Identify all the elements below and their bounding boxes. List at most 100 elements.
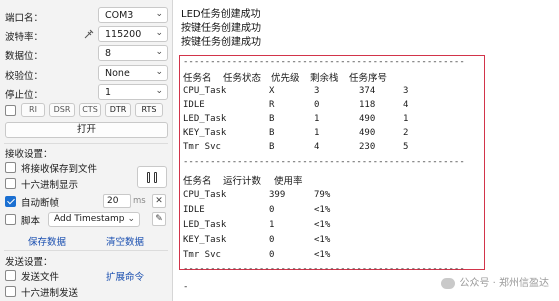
table-row: LED_Task 1 <1% <box>183 220 473 235</box>
run-count: 0 <box>269 235 275 245</box>
timestamp-value: Add Timestamp <box>54 214 125 224</box>
task-number: 4 <box>403 100 409 110</box>
save-to-file-option[interactable]: 将接收保存到文件 <box>5 161 125 175</box>
auto-frame-option[interactable]: 自动断帧 <box>5 195 100 209</box>
hex-send-checkbox[interactable] <box>5 286 16 297</box>
databits-select[interactable]: 8 ⌄ <box>98 45 168 61</box>
task-stack: 490 <box>359 128 376 138</box>
pause-icon <box>154 172 157 183</box>
auto-frame-checkbox[interactable] <box>5 196 16 207</box>
signal-rts[interactable]: RTS <box>135 103 163 117</box>
script-option[interactable]: 脚本 <box>5 213 45 227</box>
task-name: CPU_Task <box>183 86 227 96</box>
timestamp-select[interactable]: Add Timestamp ⌄ <box>48 212 140 227</box>
signal-dtr[interactable]: DTR <box>105 103 131 117</box>
run-count: 399 <box>269 190 286 200</box>
baud-select[interactable]: 115200 ⌄ <box>98 26 168 42</box>
clear-data-button[interactable]: 清空数据 <box>106 234 144 248</box>
chevron-down-icon: ⌄ <box>155 67 163 77</box>
clear-icon[interactable]: ✕ <box>152 194 166 208</box>
stopbits-label: 停止位： <box>5 90 44 101</box>
task-priority: 1 <box>314 114 320 124</box>
task-state: B <box>269 114 275 124</box>
signal-checkbox[interactable] <box>5 105 16 116</box>
baud-label: 波特率： <box>5 32 44 43</box>
task-priority: 0 <box>314 100 320 110</box>
chevron-down-icon: ⌄ <box>155 28 163 38</box>
pause-icon <box>147 172 150 183</box>
col-task-name: 任务名 <box>183 176 212 187</box>
chevron-down-icon: ⌄ <box>155 47 163 57</box>
stopbits-value: 1 <box>105 87 112 98</box>
task-number: 3 <box>403 86 409 96</box>
auto-frame-ms-input[interactable]: 20 <box>103 194 131 208</box>
hex-send-label: 十六进制发送 <box>21 288 79 299</box>
hex-send-option[interactable]: 十六进制发送 <box>5 285 95 299</box>
usage: <1% <box>314 220 331 230</box>
save-to-file-checkbox[interactable] <box>5 162 16 173</box>
chevron-down-icon: ⌄ <box>155 9 163 19</box>
stopbits-select[interactable]: 1 ⌄ <box>98 84 168 100</box>
databits-value: 8 <box>105 48 112 59</box>
col-stack: 剩余栈 <box>310 73 339 84</box>
task-priority: 3 <box>314 86 320 96</box>
terminal-trailing: - <box>183 282 189 292</box>
signal-dsr[interactable]: DSR <box>49 103 75 117</box>
task-stack: 374 <box>359 86 376 96</box>
table-row: Tmr Svc B 4 230 5 <box>183 142 473 156</box>
send-file-option[interactable]: 发送文件 <box>5 269 75 283</box>
receive-settings-title: 接收设置： <box>5 149 53 160</box>
pause-button[interactable] <box>137 166 167 188</box>
hex-display-option[interactable]: 十六进制显示 <box>5 177 125 191</box>
task-name: LED_Task <box>183 220 227 230</box>
expand-command-button[interactable]: 扩展命令 <box>106 269 144 283</box>
auto-frame-label: 自动断帧 <box>21 198 60 209</box>
port-label: 端口名： <box>5 13 44 24</box>
task-name: KEY_Task <box>183 128 227 138</box>
task-number: 5 <box>403 142 409 152</box>
task-stack: 490 <box>359 114 376 124</box>
task-name: CPU_Task <box>183 190 227 200</box>
col-usage: 使用率 <box>274 176 303 187</box>
table-row: IDLE 0 <1% <box>183 205 473 220</box>
col-task-no: 任务序号 <box>349 73 388 84</box>
signal-cts[interactable]: CTS <box>79 103 101 117</box>
divider <box>4 143 168 144</box>
col-run-count: 运行计数 <box>223 176 262 187</box>
runtime-table-header: 任务名 运行计数 使用率 <box>183 173 473 187</box>
usage: <1% <box>314 235 331 245</box>
save-data-button[interactable]: 保存数据 <box>28 234 66 248</box>
terminal-line: LED任务创建成功 <box>181 9 261 20</box>
task-name: KEY_Task <box>183 235 227 245</box>
send-settings-title: 发送设置： <box>5 257 53 268</box>
wechat-icon <box>441 277 456 289</box>
table-row: IDLE R 0 118 4 <box>183 100 473 114</box>
receive-terminal[interactable]: LED任务创建成功 按键任务创建成功 按键任务创建成功 ------------… <box>173 0 559 301</box>
signal-ri[interactable]: RI <box>21 103 45 117</box>
col-task-state: 任务状态 <box>223 73 262 84</box>
port-select[interactable]: COM3 ⌄ <box>98 7 168 23</box>
script-checkbox[interactable] <box>5 214 16 225</box>
table-row: KEY_Task 0 <1% <box>183 235 473 250</box>
hex-display-checkbox[interactable] <box>5 178 16 189</box>
task-state: X <box>269 86 275 96</box>
watermark-text: 公众号 · 郑州信盈达 <box>459 278 549 289</box>
hex-display-label: 十六进制显示 <box>21 180 79 191</box>
edit-icon[interactable]: ✎ <box>152 212 166 226</box>
separator: ----------------------------------------… <box>183 57 465 67</box>
run-count: 1 <box>269 220 275 230</box>
task-name: Tmr Svc <box>183 142 221 152</box>
table-row: CPU_Task X 3 374 3 <box>183 86 473 100</box>
task-priority: 4 <box>314 142 320 152</box>
open-port-button[interactable]: 打开 <box>5 122 168 138</box>
send-file-checkbox[interactable] <box>5 270 16 281</box>
pin-icon[interactable] <box>83 28 95 40</box>
signal-row: RI DSR CTS DTR RTS <box>3 103 171 119</box>
parity-select[interactable]: None ⌄ <box>98 65 168 81</box>
port-value: COM3 <box>105 10 134 21</box>
parity-row: 校验位： None ⌄ <box>0 65 172 83</box>
usage: <1% <box>314 205 331 215</box>
run-count: 0 <box>269 205 275 215</box>
databits-label: 数据位： <box>5 51 44 62</box>
task-number: 2 <box>403 128 409 138</box>
